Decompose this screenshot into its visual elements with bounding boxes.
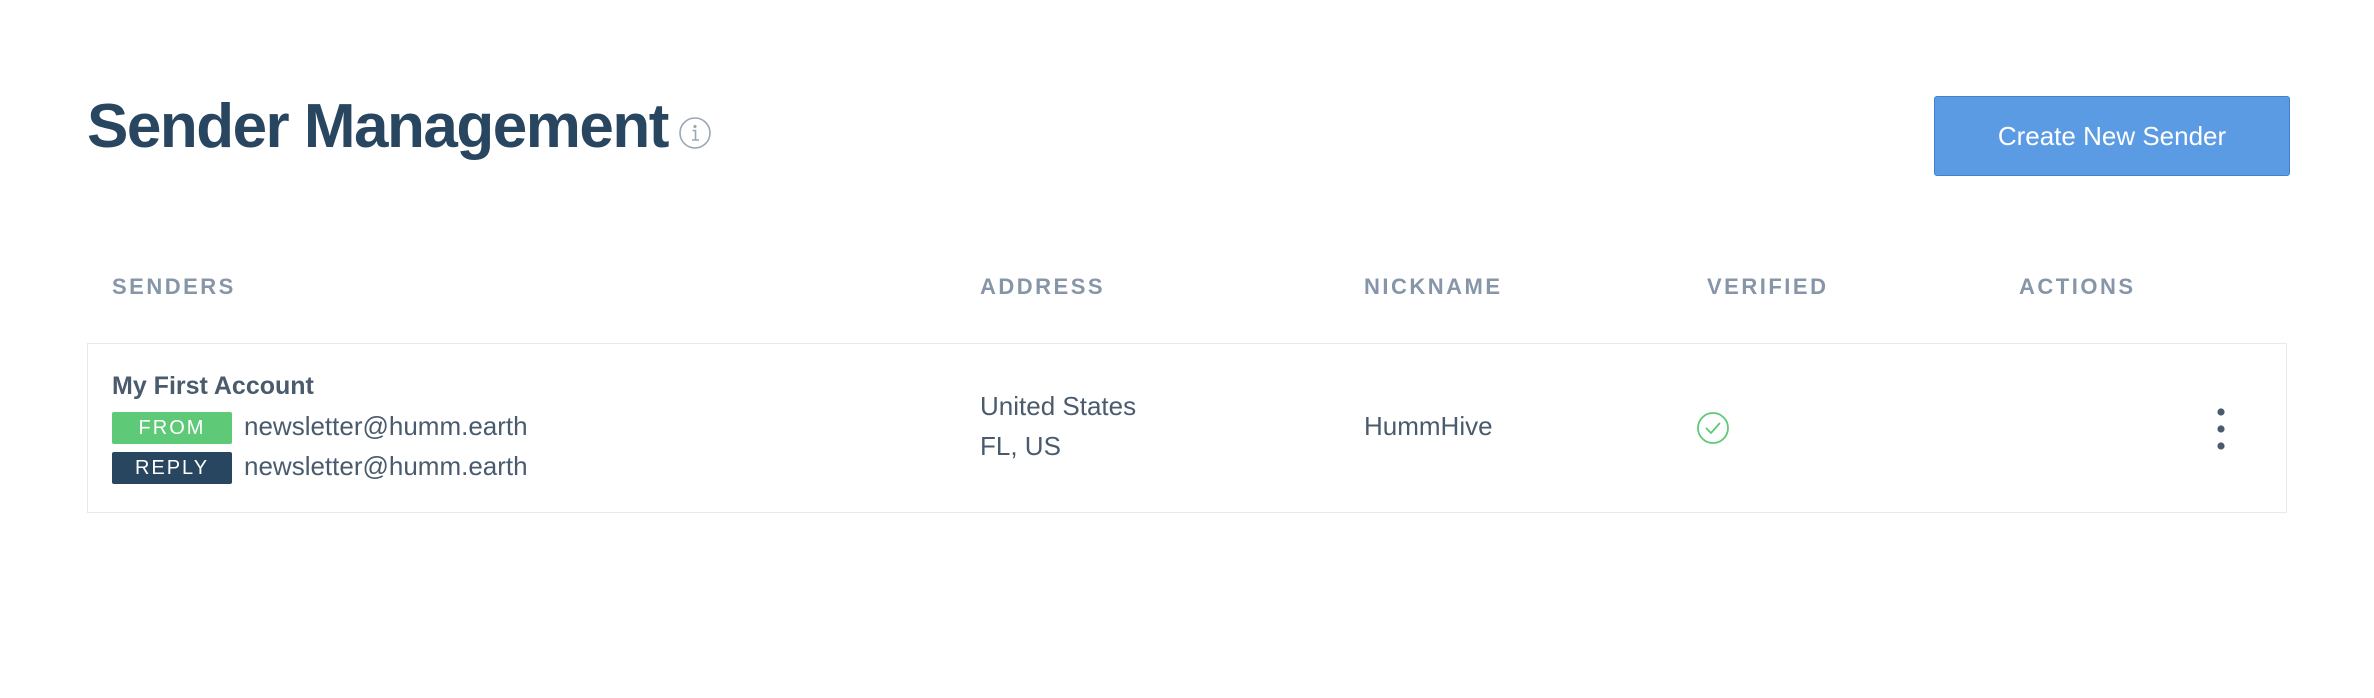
check-circle-icon <box>1696 411 1730 445</box>
page-title: Sender Management <box>87 92 669 161</box>
column-header-verified: VERIFIED <box>1707 274 1829 299</box>
title-row: Sender Management <box>87 96 712 158</box>
info-icon[interactable] <box>678 116 712 150</box>
address-line1: United States <box>980 391 1137 421</box>
address-line2: FL, US <box>980 431 1061 461</box>
column-header-nickname: NICKNAME <box>1364 274 1503 299</box>
reply-badge: REPLY <box>112 452 232 484</box>
sender-account-name: My First Account <box>112 372 314 400</box>
column-header-address: ADDRESS <box>980 274 1106 299</box>
more-vertical-icon[interactable] <box>2206 404 2236 454</box>
create-new-sender-button[interactable]: Create New Sender <box>1934 96 2290 176</box>
reply-email: newsletter@humm.earth <box>244 451 528 481</box>
from-badge: FROM <box>112 412 232 444</box>
column-header-senders: SENDERS <box>112 274 236 299</box>
sender-management-page: Sender Management Create New Sender SEND… <box>0 0 2374 698</box>
nickname-value: HummHive <box>1364 411 1493 441</box>
from-email: newsletter@humm.earth <box>244 411 528 441</box>
column-header-actions: ACTIONS <box>2019 274 2136 299</box>
